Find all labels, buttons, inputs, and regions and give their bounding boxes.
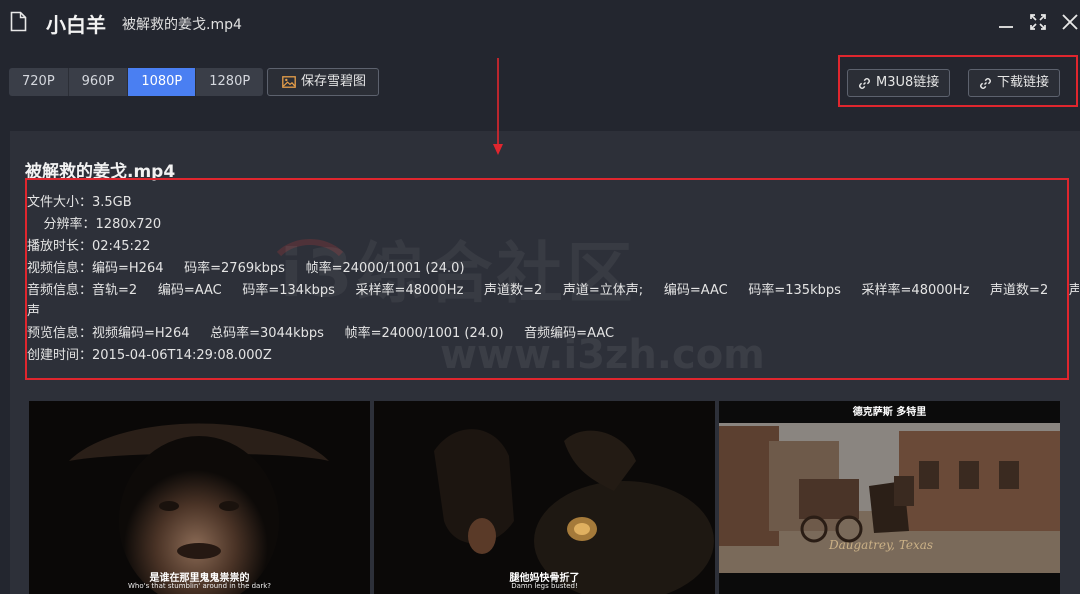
download-link-button[interactable]: 下载链接 (968, 69, 1061, 97)
window-file-name: 被解救的姜戈.mp4 (122, 17, 242, 33)
face-scene-image (29, 401, 370, 594)
location-caption: 德克萨斯 多特里 (852, 407, 927, 418)
subtitle-english: Damn legs busted! (511, 582, 578, 590)
resolution-1080p-button[interactable]: 1080P (128, 68, 197, 96)
link-buttons-highlight: M3U8链接 下载链接 (838, 55, 1078, 107)
preview-thumbnail[interactable]: 腿他妈快骨折了 Damn legs busted! (374, 401, 715, 594)
duration-info: 播放时长：02:45:22 (27, 239, 151, 254)
resolution-960p-button[interactable]: 960P (68, 68, 129, 96)
location-subtitle: Daugatrey, Texas (829, 538, 934, 552)
m3u8-link-button[interactable]: M3U8链接 (847, 69, 951, 97)
cave-scene-image (374, 401, 715, 594)
save-sprite-label: 保存雪碧图 (301, 74, 367, 89)
western-town-image (719, 401, 1060, 594)
audio-info: 音频信息：音轨=2 编码=AAC 码率=134kbps 采样率=48000Hz … (27, 283, 1079, 298)
resolution-info: 分辨率：1280x720 (27, 217, 162, 232)
preview-thumbnail[interactable]: 德克萨斯 多特里 Daugatrey, Texas (719, 401, 1060, 594)
audio-info-wrap: 声 (27, 304, 41, 319)
app-name: 小白羊 (46, 13, 106, 37)
image-icon (282, 76, 296, 88)
preview-info: 预览信息：视频编码=H264 总码率=3044kbps 帧率=24000/100… (27, 326, 615, 341)
subtitle-english: Who's that stumblin' around in the dark? (128, 582, 271, 590)
m3u8-link-label: M3U8链接 (876, 75, 940, 90)
video-info: 视频信息：编码=H264 码率=2769kbps 帧率=24000/1001 (… (27, 261, 465, 276)
annotation-arrow (493, 58, 503, 155)
download-link-label: 下载链接 (997, 75, 1050, 90)
created-time-info: 创建时间：2015-04-06T14:29:08.000Z (27, 348, 272, 363)
document-icon (10, 11, 27, 32)
fullscreen-icon[interactable] (1028, 12, 1048, 32)
title-bar: 小白羊 被解救的姜戈.mp4 (0, 0, 1080, 44)
file-size-info: 文件大小：3.5GB (27, 195, 132, 210)
resolution-1280p-button[interactable]: 1280P (196, 68, 264, 96)
link-icon (859, 77, 870, 89)
save-sprite-button[interactable]: 保存雪碧图 (267, 68, 380, 96)
resolution-toggle-group: 720P 960P 1080P 1280P (9, 68, 264, 96)
resolution-720p-button[interactable]: 720P (9, 68, 69, 96)
close-icon[interactable] (1060, 12, 1080, 32)
link-icon (980, 77, 991, 89)
preview-thumbnail[interactable]: 是谁在那里鬼鬼祟祟的 Who's that stumblin' around i… (29, 401, 370, 594)
minimize-icon[interactable] (996, 12, 1016, 32)
